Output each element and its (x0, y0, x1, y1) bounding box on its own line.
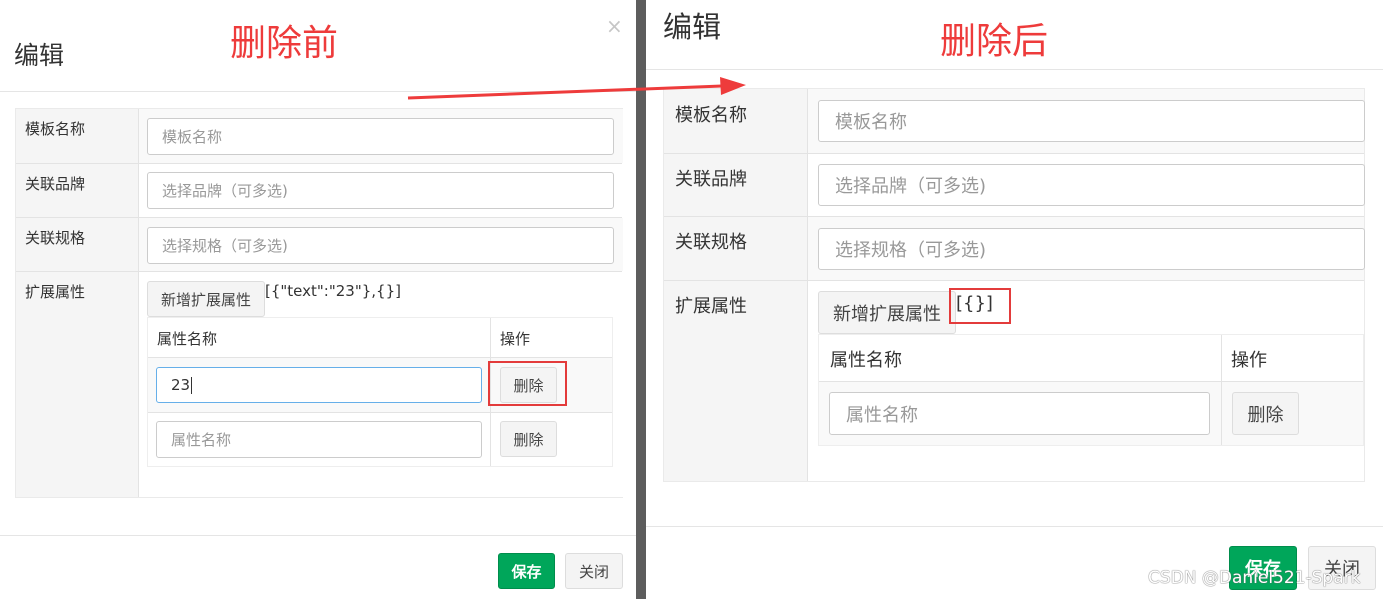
annotation-arrow-icon (407, 77, 746, 100)
watermark-text: CSDN @Daniel521-Spark (1148, 568, 1361, 588)
arrow-head (720, 77, 746, 95)
arrow-shaft (407, 84, 723, 100)
